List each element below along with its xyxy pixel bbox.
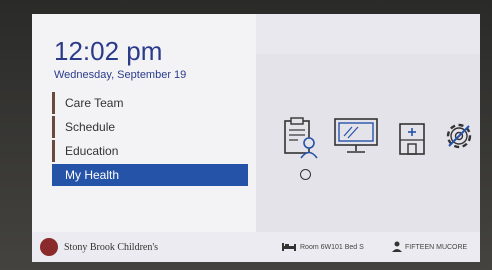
- room-info: Room 6W101 Bed S: [300, 244, 364, 251]
- clock-date: Wednesday, September 19: [54, 69, 187, 81]
- clock-time: 12:02 pm: [54, 36, 163, 66]
- brand-name: Stony Brook Children's: [64, 242, 159, 253]
- settings-gear-icon[interactable]: [440, 116, 478, 161]
- menu-item-my-health[interactable]: My Health: [52, 164, 248, 186]
- icon-row: [282, 116, 480, 162]
- patient-name: FIFTEEN MUCORE: [405, 244, 468, 251]
- menu-item-label: My Health: [65, 168, 120, 182]
- menu-item-schedule[interactable]: Schedule: [52, 116, 248, 138]
- tv-screen: 12:02 pm Wednesday, September 19 Care Te…: [32, 14, 480, 262]
- bed-icon: [282, 243, 296, 251]
- care-team-clipboard-icon[interactable]: [282, 116, 320, 165]
- person-icon: [392, 241, 402, 252]
- menu-item-care-team[interactable]: Care Team: [52, 92, 248, 114]
- menu-item-label: Care Team: [65, 96, 124, 110]
- main-menu: Care Team Schedule Education My Health: [52, 92, 248, 188]
- page-indicator-dot: [300, 169, 311, 180]
- monitor-tv-icon[interactable]: [332, 116, 380, 161]
- hospital-building-icon[interactable]: [397, 116, 427, 161]
- stony-brook-logo-icon: [40, 238, 58, 256]
- footer-bar: Stony Brook Children's Room 6W101 Bed S …: [32, 232, 480, 262]
- menu-item-label: Schedule: [65, 120, 116, 134]
- menu-item-education[interactable]: Education: [52, 140, 248, 162]
- menu-item-label: Education: [65, 144, 119, 158]
